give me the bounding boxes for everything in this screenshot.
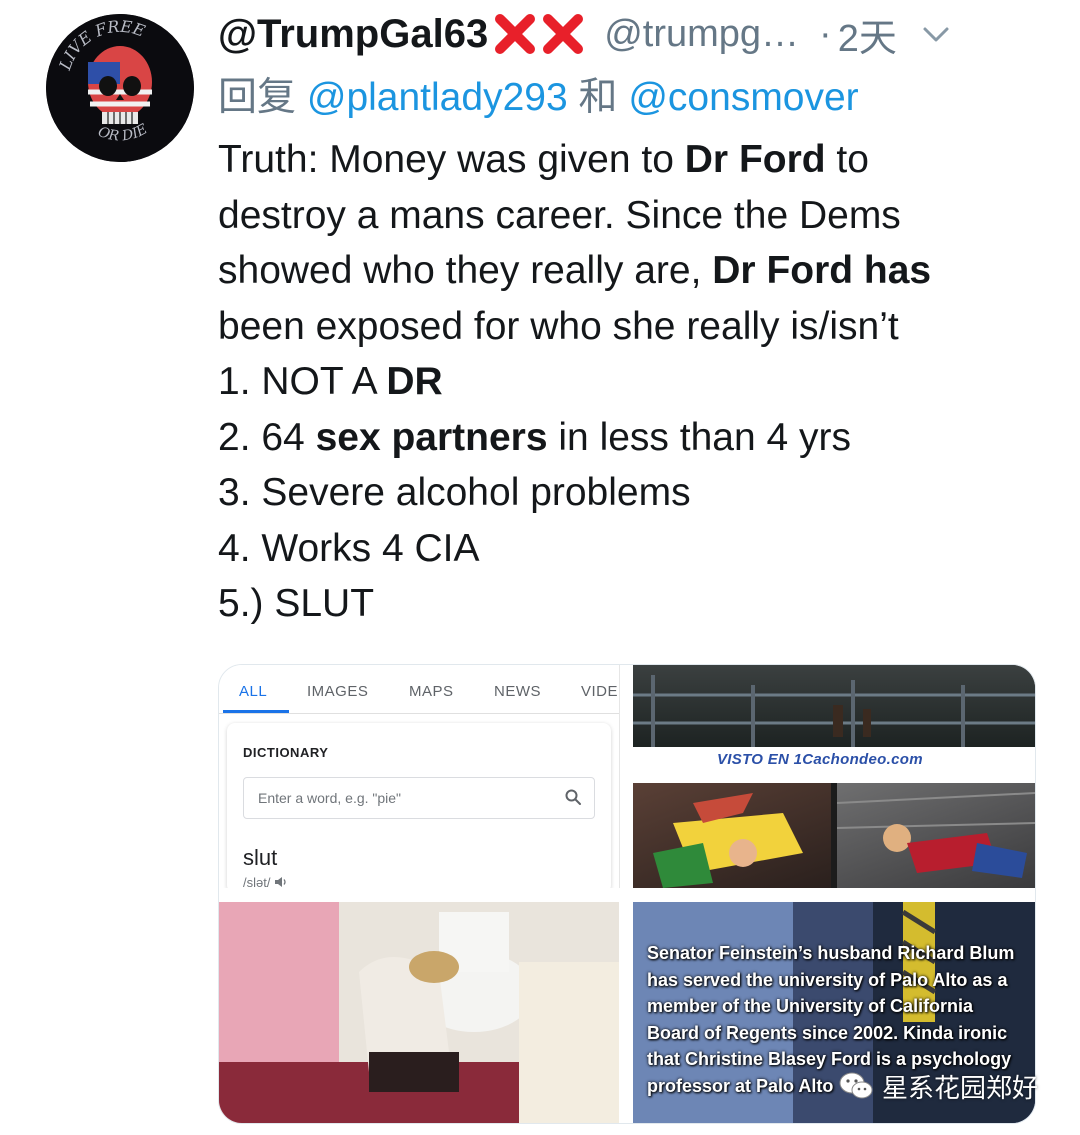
search-placeholder: Enter a word, e.g. "pie" [258, 790, 402, 806]
tweet-header: @TrumpGal63 @trumpg… · 2天 [218, 8, 1050, 60]
text-line: destroy a mans career. Since the Dems [218, 193, 901, 237]
list-item: 3. Severe alcohol problems [218, 471, 691, 514]
text-line: showed who they really are, Dr Ford has [218, 249, 932, 292]
user-handle[interactable]: @trumpg… [604, 13, 799, 56]
reply-and: 和 [578, 76, 618, 119]
search-tabs: ALL IMAGES MAPS NEWS VIDE [219, 665, 619, 714]
media-tile-photo-collage[interactable]: VISTO EN 1Cachondeo.com [633, 665, 1035, 888]
active-tab-indicator [223, 710, 289, 713]
tab-all[interactable]: ALL [239, 683, 267, 700]
tab-images[interactable]: IMAGES [307, 683, 368, 700]
list-item: 5.) SLUT [218, 582, 375, 625]
image-watermark: VISTO EN 1Cachondeo.com [717, 751, 923, 768]
source-watermark: 星系花园郑好 [838, 1064, 1038, 1108]
avatar[interactable]: LIVE FREE OR DIE [46, 14, 194, 162]
timestamp[interactable]: 2天 [838, 7, 897, 62]
cross-mark-icon [495, 14, 536, 54]
dictionary-search-input[interactable]: Enter a word, e.g. "pie" [243, 777, 595, 819]
dictionary-word: slut [243, 845, 278, 870]
mention-link[interactable]: @plantlady293 [307, 76, 568, 119]
reply-context: 回复 @plantlady293 和 @consmover [218, 66, 859, 122]
cross-mark-icon [543, 14, 584, 54]
display-name[interactable]: @TrumpGal63 [218, 12, 488, 57]
photo-left [633, 783, 831, 888]
list-item: 4. Works 4 CIA [218, 526, 480, 570]
media-tile-dictionary[interactable]: ALL IMAGES MAPS NEWS VIDE DICTIONARY Ent… [219, 665, 620, 888]
search-icon[interactable] [564, 788, 582, 806]
mention-link[interactable]: @consmover [628, 76, 858, 119]
tab-maps[interactable]: MAPS [409, 683, 454, 700]
pronunciation: /slət/ [243, 875, 288, 888]
photo-right [836, 783, 1035, 888]
photo-railing [633, 665, 1035, 747]
chevron-down-icon[interactable] [919, 17, 953, 51]
wechat-icon [839, 1072, 873, 1099]
text-line: Truth: Money was given to Dr Ford to [218, 138, 869, 181]
list-item: 2. 64 sex partners in less than 4 yrs [218, 415, 852, 459]
name-emoji [492, 11, 586, 57]
separator-dot: · [819, 12, 832, 55]
reply-prefix: 回复 [218, 76, 297, 119]
text-line: been exposed for who she really is/isn’t [218, 304, 899, 348]
media-tile-bathroom-photo[interactable] [219, 902, 619, 1123]
tab-videos[interactable]: VIDE [581, 683, 618, 700]
list-item: 1. NOT A DR [218, 360, 443, 403]
media-grid[interactable]: ALL IMAGES MAPS NEWS VIDE DICTIONARY Ent… [218, 664, 1036, 1124]
tab-news[interactable]: NEWS [494, 683, 541, 700]
source-watermark-text: 星系花园郑好 [882, 1072, 1039, 1103]
dictionary-label: DICTIONARY [243, 745, 329, 760]
dictionary-card: DICTIONARY Enter a word, e.g. "pie" slut… [227, 723, 611, 888]
speaker-icon[interactable] [274, 876, 288, 888]
tweet-text: Truth: Money was given to Dr Ford to des… [218, 132, 1048, 632]
skull-flag-avatar-image: LIVE FREE OR DIE [46, 14, 194, 162]
